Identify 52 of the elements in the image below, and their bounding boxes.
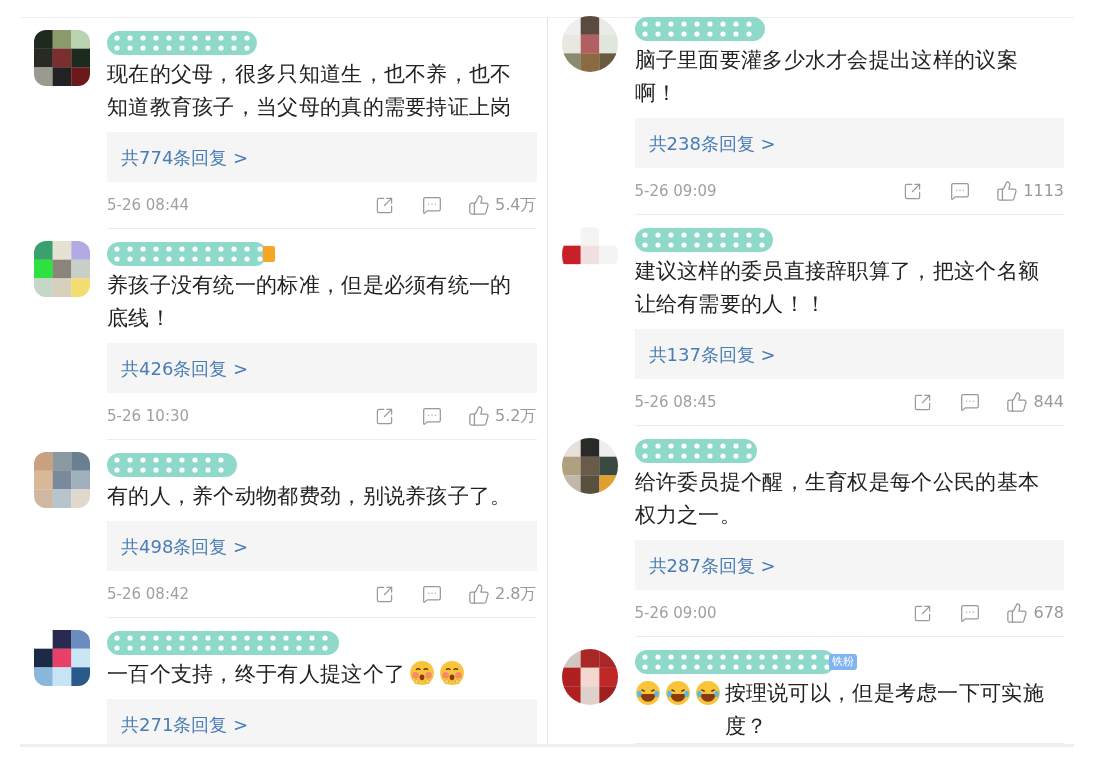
replies-link[interactable]: 共426条回复 > bbox=[107, 343, 537, 393]
level-badge-icon bbox=[263, 246, 275, 262]
blushing-emoji-icon bbox=[439, 660, 466, 686]
replies-link[interactable]: 共137条回复 > bbox=[634, 329, 1064, 379]
comment-time: 5-26 09:00 bbox=[634, 602, 717, 624]
comment-time: 5-26 08:44 bbox=[107, 194, 190, 216]
share-icon[interactable] bbox=[913, 603, 933, 623]
share-icon[interactable] bbox=[375, 195, 395, 215]
replies-link[interactable]: 共271条回复 > bbox=[107, 699, 537, 744]
laughing-emoji-icon bbox=[694, 680, 721, 706]
comment-text: 养孩子没有统一的标准，但是必须有统一的底线！ bbox=[107, 273, 512, 330]
comment-icon[interactable] bbox=[950, 181, 971, 201]
share-icon[interactable] bbox=[375, 406, 395, 426]
like-button[interactable]: 5.2万 bbox=[468, 404, 537, 428]
comment-icon[interactable] bbox=[422, 195, 443, 215]
replies-link[interactable]: 共498条回复 > bbox=[107, 521, 537, 571]
comment-text: 给许委员提个醒，生育权是每个公民的基本权力之一。 bbox=[634, 470, 1040, 527]
share-icon[interactable] bbox=[913, 392, 933, 412]
comment-icon[interactable] bbox=[960, 603, 981, 623]
thumbs-up-icon bbox=[996, 180, 1019, 202]
comment-time: 5-26 09:09 bbox=[634, 180, 717, 202]
like-button[interactable]: 678 bbox=[1006, 601, 1064, 625]
comment-text: 按理说可以，但是考虑一下可实施度？ bbox=[724, 680, 1045, 740]
like-button[interactable]: 1113 bbox=[996, 179, 1064, 203]
like-button[interactable]: 5.4万 bbox=[468, 193, 537, 217]
comment-time: 5-26 08:42 bbox=[107, 583, 190, 605]
blushing-emoji-icon bbox=[409, 660, 436, 686]
share-icon[interactable] bbox=[375, 584, 395, 604]
share-icon[interactable] bbox=[903, 181, 923, 201]
laughing-emoji-icon bbox=[634, 680, 661, 706]
replies-link[interactable]: 共238条回复 > bbox=[634, 118, 1064, 168]
laughing-emoji-icon bbox=[664, 680, 691, 706]
comment-text: 一百个支持，终于有人提这个了 bbox=[107, 662, 406, 686]
comment-time: 5-26 08:45 bbox=[634, 391, 717, 413]
thumbs-up-icon bbox=[468, 194, 491, 216]
thumbs-up-icon bbox=[468, 405, 491, 427]
like-button[interactable]: 844 bbox=[1006, 390, 1064, 414]
comment-time: 5-26 10:30 bbox=[107, 405, 190, 427]
thumbs-up-icon bbox=[1006, 391, 1029, 413]
replies-link[interactable]: 共287条回复 > bbox=[634, 540, 1064, 590]
comment-text: 建议这样的委员直接辞职算了，把这个名额让给有需要的人！！ bbox=[634, 259, 1040, 316]
comment-text: 有的人，养个动物都费劲，别说养孩子了。 bbox=[107, 484, 512, 508]
like-button[interactable]: 2.8万 bbox=[468, 582, 537, 606]
thumbs-up-icon bbox=[1006, 602, 1029, 624]
replies-link[interactable]: 共774条回复 > bbox=[107, 132, 537, 182]
fan-badge: 铁粉 bbox=[828, 654, 857, 670]
comment-icon[interactable] bbox=[422, 584, 443, 604]
comment-text: 现在的父母，很多只知道生，也不养，也不知道教育孩子，当父母的真的需要持证上岗 bbox=[107, 62, 512, 119]
comment-icon[interactable] bbox=[960, 392, 981, 412]
comment-icon[interactable] bbox=[422, 406, 443, 426]
thumbs-up-icon bbox=[468, 583, 491, 605]
comment-text: 脑子里面要灌多少水才会提出这样的议案啊！ bbox=[634, 48, 1018, 105]
